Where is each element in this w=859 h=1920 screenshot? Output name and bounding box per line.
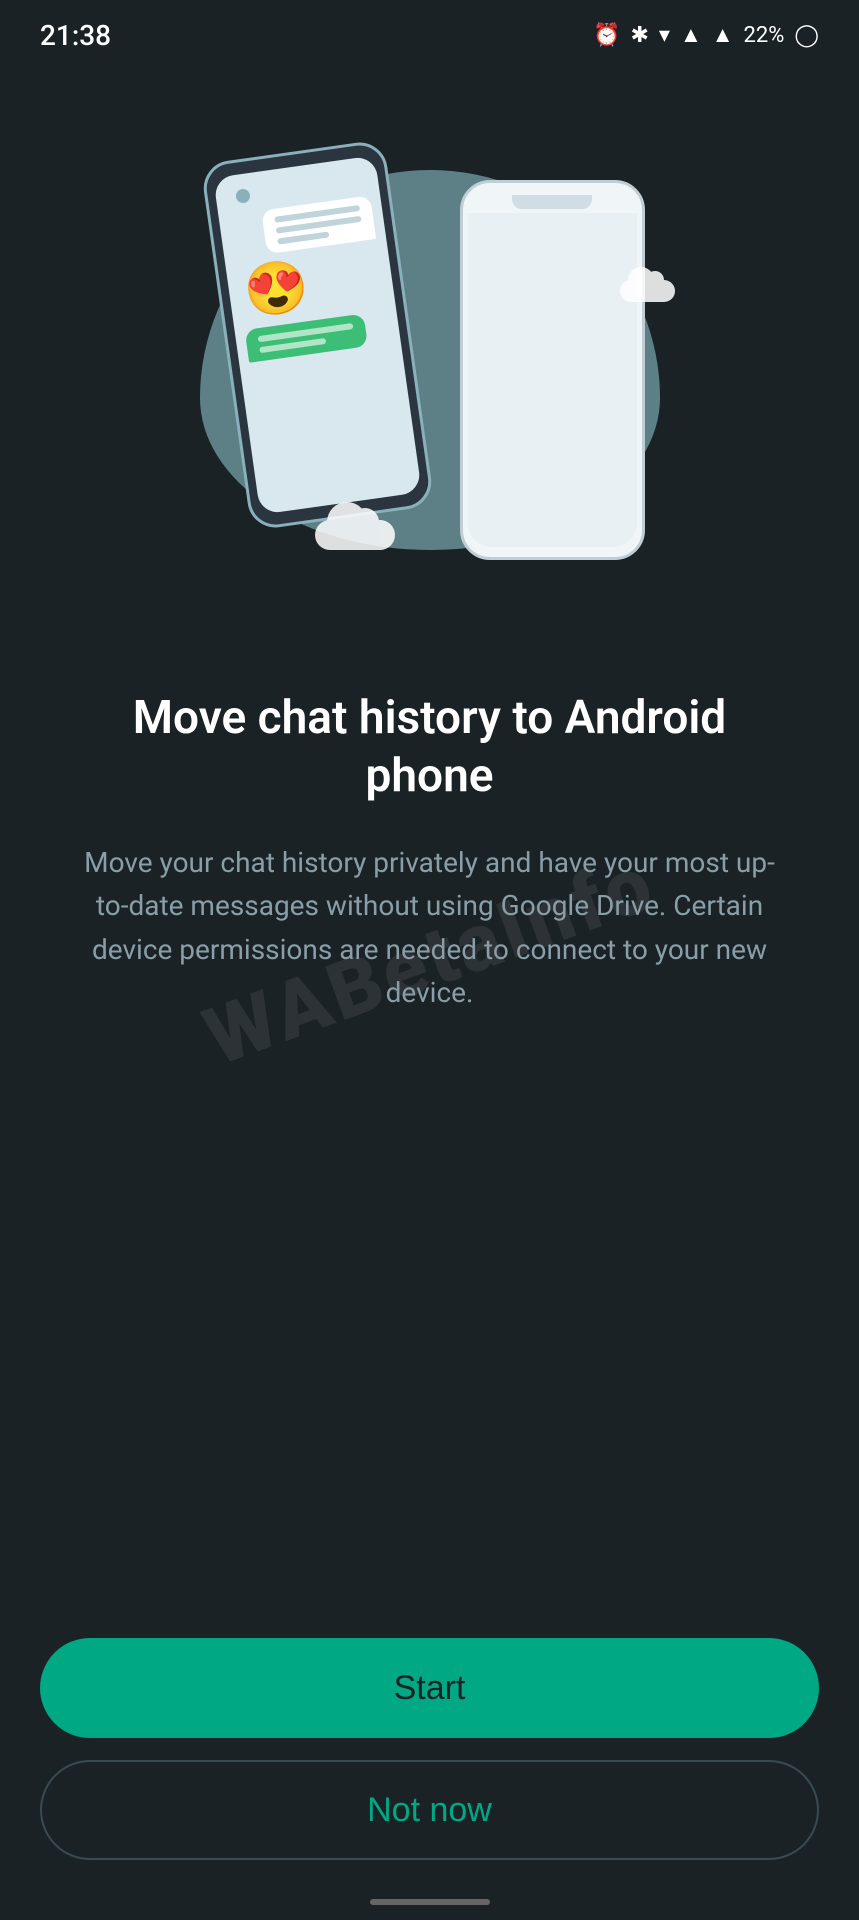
page-title: Move chat history to Android phone (50, 690, 809, 805)
button-area: Start Not now (0, 1638, 859, 1860)
wifi-icon: ▾ (659, 23, 670, 48)
status-icons: ⏰ ✱ ▾ ▲ ▲ 22% ◯ (593, 22, 819, 48)
cloud-bottom (315, 520, 395, 550)
phone-right (460, 180, 645, 560)
phone-right-notch (512, 195, 592, 209)
home-indicator (370, 1899, 490, 1905)
chat-bubble-right (261, 195, 376, 254)
start-button[interactable]: Start (40, 1638, 819, 1738)
alarm-icon: ⏰ (593, 23, 620, 48)
phone-circle (235, 188, 251, 204)
chat-line-white (257, 323, 353, 342)
cloud-right (620, 280, 675, 302)
signal-icon-2: ▲ (712, 22, 734, 48)
cloud-large-icon (315, 520, 395, 550)
bluetooth-icon: ✱ (630, 23, 648, 48)
phone-left-screen: 😍 (213, 155, 422, 514)
status-bar: 21:38 ⏰ ✱ ▾ ▲ ▲ 22% ◯ (0, 0, 859, 70)
chat-line-short (277, 231, 329, 244)
main-content: 😍 Move chat history to Android phone Mov… (0, 70, 859, 1015)
emoji-face: 😍 (240, 259, 311, 320)
signal-icon-1: ▲ (680, 22, 702, 48)
battery-percent: 22% (744, 23, 785, 48)
cloud-small-icon (620, 280, 675, 302)
illustration-container: 😍 (155, 120, 705, 640)
not-now-button[interactable]: Not now (40, 1760, 819, 1860)
phone-right-screen (468, 213, 637, 547)
page-description: Move your chat history privately and hav… (50, 841, 809, 1015)
battery-icon: ◯ (794, 23, 819, 48)
status-time: 21:38 (40, 19, 111, 52)
